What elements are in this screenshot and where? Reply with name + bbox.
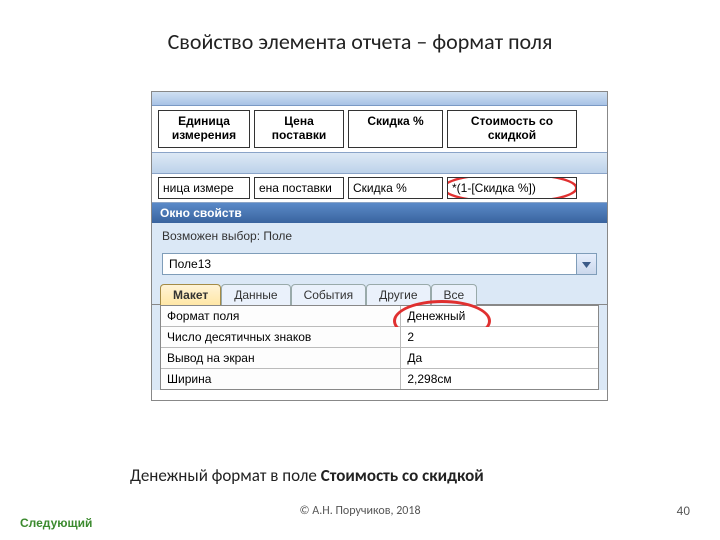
selected-control-name: Поле13 — [163, 254, 576, 274]
next-slide-link[interactable]: Следующий — [20, 517, 90, 530]
prop-label-format: Формат поля — [161, 306, 401, 326]
window-titlebar-strip — [152, 92, 607, 106]
prop-val-visible[interactable]: Да — [401, 348, 598, 368]
prop-label-visible: Вывод на экран — [161, 348, 401, 368]
prop-label-decimals: Число десятичных знаков — [161, 327, 401, 347]
dropdown-button[interactable] — [576, 254, 596, 274]
tab-all[interactable]: Все — [431, 284, 478, 305]
col-header-price: Цена поставки — [254, 110, 344, 148]
field-cost-expression[interactable]: *(1-[Скидка %]) — [447, 177, 577, 199]
col-header-discount: Скидка % — [348, 110, 443, 148]
slide-caption: Денежный формат в поле Стоимость со скид… — [130, 465, 484, 486]
report-design-cells: ница измере ена поставки Скидка % *(1-[С… — [152, 174, 607, 202]
page-number: 40 — [677, 504, 690, 518]
prop-label-width: Ширина — [161, 369, 401, 389]
field-price[interactable]: ена поставки — [254, 177, 344, 199]
field-discount[interactable]: Скидка % — [348, 177, 443, 199]
prop-val-decimals[interactable]: 2 — [401, 327, 598, 347]
tab-other[interactable]: Другие — [366, 284, 430, 305]
copyright-text: © А.Н. Поручиков, 2018 — [299, 504, 420, 518]
property-sheet-subtitle: Возможен выбор: Поле — [152, 223, 607, 249]
property-grid: Формат поля Денежный Число десятичных зн… — [160, 305, 599, 390]
prop-val-format[interactable]: Денежный — [401, 306, 598, 326]
prop-row-visible[interactable]: Вывод на экран Да — [161, 348, 598, 369]
tab-layout[interactable]: Макет — [160, 284, 221, 305]
selected-control-combo[interactable]: Поле13 — [162, 253, 597, 275]
property-sheet-title: Окно свойств — [152, 203, 607, 223]
access-report-designer: Единица измерения Цена поставки Скидка %… — [152, 92, 607, 400]
property-sheet: Окно свойств Возможен выбор: Поле Поле13… — [152, 202, 607, 390]
property-tabs: Макет Данные События Другие Все — [152, 283, 607, 305]
caption-text: Денежный формат в поле — [130, 465, 321, 486]
prop-val-width[interactable]: 2,298см — [401, 369, 598, 389]
field-cost-expression-text: *(1-[Скидка %]) — [452, 181, 536, 195]
col-header-unit: Единица измерения — [158, 110, 250, 148]
prop-row-width[interactable]: Ширина 2,298см — [161, 369, 598, 389]
report-column-headers: Единица измерения Цена поставки Скидка %… — [152, 106, 607, 153]
col-header-cost: Стоимость со скидкой — [447, 110, 577, 148]
tab-events[interactable]: События — [291, 284, 367, 305]
prop-row-format[interactable]: Формат поля Денежный — [161, 306, 598, 327]
section-divider — [152, 152, 607, 174]
prop-row-decimals[interactable]: Число десятичных знаков 2 — [161, 327, 598, 348]
caption-bold: Стоимость со скидкой — [321, 465, 484, 486]
slide-title: Свойство элемента отчета – формат поля — [0, 0, 720, 55]
chevron-down-icon — [582, 257, 591, 271]
field-unit[interactable]: ница измере — [158, 177, 250, 199]
tab-data[interactable]: Данные — [221, 284, 290, 305]
